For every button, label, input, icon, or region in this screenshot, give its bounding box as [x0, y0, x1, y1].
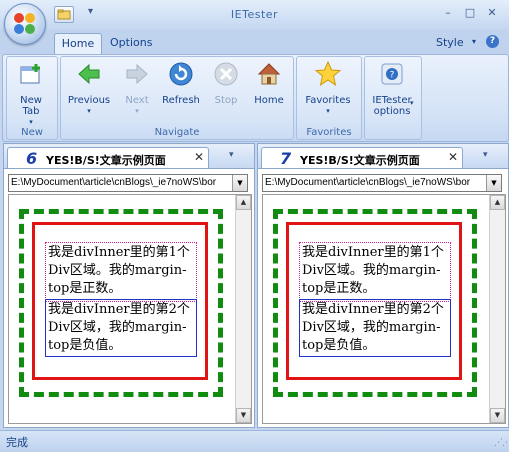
- address-text: E:\MyDocument\article\cnBlogs\_ie7noWS\b…: [11, 177, 217, 188]
- next-dropdown-icon: ▾: [135, 107, 139, 115]
- close-window-button[interactable]: ✕: [482, 5, 502, 21]
- pane-tab-title: YES!B/S!文章示例页面: [46, 154, 166, 167]
- maximize-button[interactable]: □: [460, 5, 480, 21]
- new-tab-button[interactable]: New Tab ▾: [10, 60, 52, 128]
- close-tab-icon[interactable]: ✕: [194, 150, 204, 164]
- home-label: Home: [254, 95, 284, 106]
- orb-green-dot: [25, 24, 35, 34]
- refresh-icon: [169, 62, 193, 86]
- previous-button[interactable]: Previous ▾: [62, 60, 116, 117]
- pane-tab-title: YES!B/S!文章示例页面: [300, 154, 420, 167]
- refresh-button[interactable]: Refresh: [158, 60, 204, 106]
- home-button[interactable]: Home: [250, 60, 288, 106]
- address-bar[interactable]: E:\MyDocument\article\cnBlogs\_ie7noWS\b…: [8, 174, 248, 192]
- tab-list-dropdown-icon[interactable]: ▾: [229, 150, 234, 160]
- inner-div-2: 我是divInner里的第2个Div区域，我的margin-top是负值。: [299, 299, 451, 357]
- favorites-button[interactable]: Favorites ▾: [298, 60, 358, 117]
- new-tab-label: New Tab: [20, 95, 42, 117]
- pane-tab-bar: 7 YES!B/S!文章示例页面 ✕ ▾: [258, 144, 508, 169]
- scroll-up-icon[interactable]: ▲: [236, 195, 251, 210]
- window-title: IETester: [230, 8, 279, 21]
- new-tab-dropdown-icon: ▾: [29, 118, 33, 126]
- group-new-label: New: [21, 127, 43, 138]
- svg-text:?: ?: [390, 71, 395, 81]
- previous-dropdown-icon: ▾: [87, 107, 91, 115]
- address-bar[interactable]: E:\MyDocument\article\cnBlogs\_ie7noWS\b…: [262, 174, 502, 192]
- div-outer: 我是divInner里的第1个Div区域。我的margin-top是正数。 我是…: [273, 209, 477, 397]
- browser-pane-ie6: 6 YES!B/S!文章示例页面 ✕ ▾ E:\MyDocument\artic…: [3, 143, 255, 428]
- page-viewport: 我是divInner里的第1个Div区域。我的margin-top是正数。 我是…: [262, 194, 506, 424]
- status-text: 完成: [6, 436, 28, 449]
- forward-arrow-icon: [126, 63, 148, 85]
- scroll-down-icon[interactable]: ▼: [490, 408, 505, 423]
- browser-pane-ie7: 7 YES!B/S!文章示例页面 ✕ ▾ E:\MyDocument\artic…: [257, 143, 509, 428]
- group-favorites-label: Favorites: [306, 127, 352, 138]
- next-button[interactable]: Next ▾: [118, 60, 156, 117]
- orb-yellow-dot: [25, 13, 35, 23]
- inner-div-2: 我是divInner里的第2个Div区域，我的margin-top是负值。: [45, 299, 197, 357]
- back-arrow-icon: [78, 63, 100, 85]
- ietester-options-button[interactable]: ? IETester options ▾: [366, 60, 418, 117]
- next-label: Next: [125, 95, 149, 106]
- inner-div-1: 我是divInner里的第1个Div区域。我的margin-top是正数。: [299, 242, 451, 302]
- ie-version-number: 7: [280, 149, 292, 168]
- status-bar: [0, 430, 509, 452]
- address-text: E:\MyDocument\article\cnBlogs\_ie7noWS\b…: [265, 177, 471, 188]
- previous-label: Previous: [67, 95, 111, 106]
- div-outer: 我是divInner里的第1个Div区域。我的margin-top是正数。 我是…: [19, 209, 223, 397]
- refresh-label: Refresh: [162, 95, 200, 106]
- ie-version-number: 6: [26, 149, 38, 168]
- star-icon: [314, 60, 342, 87]
- style-dropdown-icon[interactable]: ▾: [472, 37, 476, 46]
- resize-grip-icon[interactable]: ⋰⋰: [494, 438, 509, 448]
- options-icon: ?: [381, 63, 403, 85]
- pane-tab[interactable]: 6 YES!B/S!文章示例页面 ✕: [7, 147, 209, 168]
- div-inner: 我是divInner里的第1个Div区域。我的margin-top是正数。 我是…: [286, 222, 462, 380]
- tab-options[interactable]: Options: [110, 36, 152, 49]
- address-dropdown-icon[interactable]: ▼: [232, 175, 247, 191]
- group-navigate-label: Navigate: [154, 127, 200, 138]
- orb-red-dot: [14, 13, 24, 23]
- address-dropdown-icon[interactable]: ▼: [486, 175, 501, 191]
- div-inner: 我是divInner里的第1个Div区域。我的margin-top是正数。 我是…: [32, 222, 208, 380]
- stop-button[interactable]: Stop: [208, 60, 244, 106]
- app-orb-button[interactable]: [4, 3, 46, 45]
- stop-label: Stop: [214, 95, 238, 106]
- orb-blue-dot: [14, 24, 24, 34]
- page-viewport: 我是divInner里的第1个Div区域。我的margin-top是正数。 我是…: [8, 194, 252, 424]
- close-tab-icon[interactable]: ✕: [448, 150, 458, 164]
- favorites-label: Favorites: [305, 95, 351, 106]
- tab-home[interactable]: Home: [54, 33, 102, 55]
- minimize-button[interactable]: –: [438, 5, 458, 21]
- pane-tab[interactable]: 7 YES!B/S!文章示例页面 ✕: [261, 147, 463, 168]
- inner-div-1: 我是divInner里的第1个Div区域。我的margin-top是正数。: [45, 242, 197, 302]
- scroll-up-icon[interactable]: ▲: [490, 195, 505, 210]
- home-icon: [257, 63, 281, 85]
- tab-list-dropdown-icon[interactable]: ▾: [483, 150, 488, 160]
- pane-tab-bar: 6 YES!B/S!文章示例页面 ✕ ▾: [4, 144, 254, 169]
- stop-icon: [214, 62, 238, 86]
- ietester-options-dropdown-icon: ▾: [410, 99, 414, 107]
- new-tab-icon: [20, 64, 40, 84]
- vertical-scrollbar[interactable]: ▲ ▼: [489, 195, 505, 423]
- favorites-dropdown-icon: ▾: [326, 107, 330, 115]
- help-icon[interactable]: ?: [486, 35, 499, 48]
- style-menu[interactable]: Style: [436, 36, 464, 49]
- vertical-scrollbar[interactable]: ▲ ▼: [235, 195, 251, 423]
- scroll-down-icon[interactable]: ▼: [236, 408, 251, 423]
